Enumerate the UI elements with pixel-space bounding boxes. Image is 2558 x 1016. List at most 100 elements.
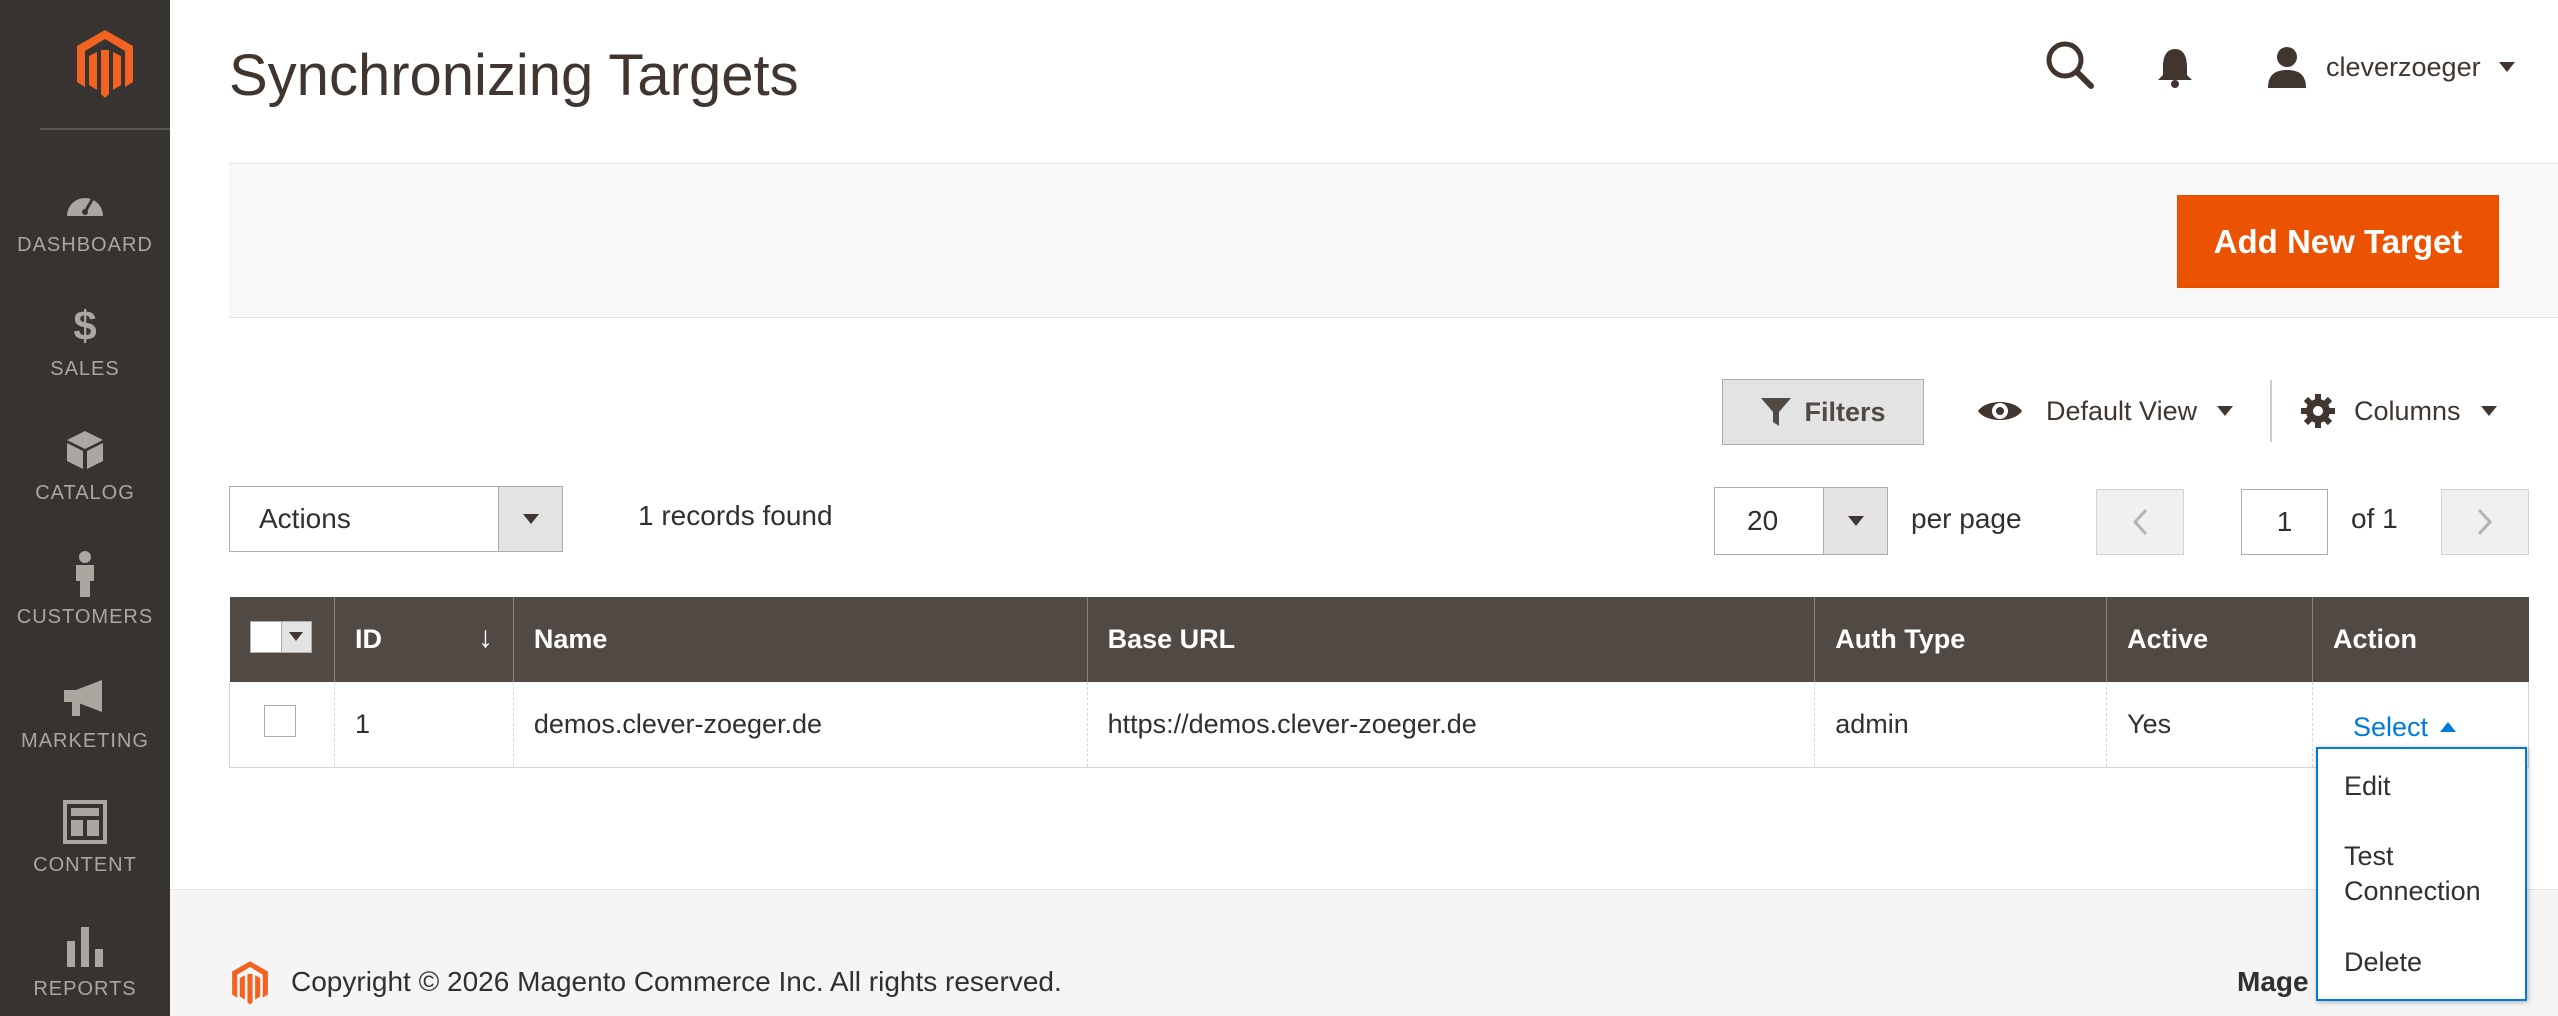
table-row[interactable]: 1 demos.clever-zoeger.de https://demos.c…	[229, 682, 2529, 768]
speedometer-icon	[61, 178, 109, 226]
column-label: Base URL	[1107, 624, 1236, 654]
person-icon	[61, 550, 109, 598]
per-page-toggle[interactable]	[1823, 488, 1887, 554]
columns-label: Columns	[2354, 395, 2461, 426]
sidebar: DASHBOARD $ SALES CATALOG CUSTOMERS MARK…	[0, 0, 170, 1016]
bell-icon	[2158, 49, 2192, 88]
checkbox[interactable]	[250, 621, 281, 652]
sidebar-item-customers[interactable]: CUSTOMERS	[0, 527, 170, 651]
eye-icon	[1978, 402, 2022, 420]
caret-down-icon	[522, 514, 539, 524]
column-header-auth-type[interactable]: Auth Type	[1814, 597, 2107, 682]
gear-icon	[2301, 394, 2335, 428]
column-label: ID	[354, 624, 382, 654]
sidebar-item-label: CATALOG	[35, 481, 135, 504]
username: cleverzoeger	[2326, 51, 2481, 82]
toolbar-divider	[2270, 380, 2272, 442]
footer-brand: Mage	[2237, 966, 2309, 997]
magento-logo-icon	[77, 30, 133, 98]
menu-item-edit[interactable]: Edit	[2344, 769, 2391, 804]
total-pages: of 1	[2351, 503, 2398, 534]
sidebar-item-marketing[interactable]: MARKETING	[0, 651, 170, 775]
per-page-select[interactable]: 20	[1714, 487, 1888, 555]
layout-icon	[61, 798, 109, 846]
caret-down-icon	[1847, 516, 1864, 526]
mass-select-toggle[interactable]	[280, 621, 311, 652]
view-label: Default View	[2046, 395, 2198, 426]
mass-select-checkbox[interactable]	[249, 620, 312, 653]
chevron-left-icon	[2132, 508, 2148, 536]
bar-chart-icon	[61, 922, 109, 970]
current-page-input[interactable]: 1	[2241, 489, 2328, 555]
column-label: Name	[533, 624, 608, 654]
sidebar-item-label: CONTENT	[33, 853, 137, 876]
per-page-value: 20	[1747, 505, 1779, 536]
sidebar-item-content[interactable]: CONTENT	[0, 775, 170, 899]
records-found: 1 records found	[638, 500, 833, 531]
sidebar-item-catalog[interactable]: CATALOG	[0, 403, 170, 527]
magento-logo[interactable]	[40, 0, 170, 130]
row-action-select[interactable]: Select	[2353, 711, 2457, 743]
data-grid: ID ↓ Name Base URL Auth Type Active Acti…	[229, 597, 2529, 768]
notifications-button[interactable]	[2155, 45, 2199, 89]
mass-actions-select[interactable]: Actions	[229, 486, 563, 552]
sidebar-item-reports[interactable]: REPORTS	[0, 899, 170, 1016]
column-header-id[interactable]: ID ↓	[333, 597, 514, 682]
magento-footer-logo-icon	[232, 961, 268, 1005]
mass-actions-label: Actions	[259, 503, 351, 534]
column-label: Auth Type	[1835, 624, 1966, 654]
grid-header-row: ID ↓ Name Base URL Auth Type Active Acti…	[229, 597, 2529, 682]
column-header-name[interactable]: Name	[512, 597, 1088, 682]
cell-base-url: https://demos.clever-zoeger.de	[1086, 682, 1815, 768]
sidebar-item-label: CUSTOMERS	[16, 605, 154, 628]
per-page-label: per page	[1911, 503, 2022, 534]
row-checkbox[interactable]	[264, 704, 296, 737]
cell-active: Yes	[2106, 682, 2313, 768]
chevron-down-icon	[2480, 406, 2497, 416]
user-account-menu[interactable]: cleverzoeger	[2266, 42, 2515, 92]
page-title: Synchronizing Targets	[229, 43, 799, 108]
add-new-target-button[interactable]: Add New Target	[2177, 195, 2499, 288]
filters-button[interactable]: Filters	[1722, 379, 1924, 445]
column-header-action: Action	[2312, 597, 2529, 682]
dollar-icon: $	[73, 301, 97, 349]
previous-page-button[interactable]	[2096, 489, 2184, 555]
filters-label: Filters	[1804, 396, 1886, 427]
menu-item-test-connection[interactable]: Test Connection	[2344, 839, 2514, 909]
sidebar-item-dashboard[interactable]: DASHBOARD	[0, 155, 170, 279]
cell-id: 1	[333, 682, 514, 768]
menu-item-delete[interactable]: Delete	[2344, 945, 2422, 980]
sort-descending-icon: ↓	[477, 621, 493, 654]
cell-name: demos.clever-zoeger.de	[512, 682, 1088, 768]
next-page-button[interactable]	[2441, 489, 2529, 555]
column-label: Action	[2333, 624, 2417, 654]
column-header-active[interactable]: Active	[2106, 597, 2313, 682]
mass-select-column	[229, 597, 335, 682]
columns-control[interactable]: Columns	[2300, 385, 2497, 437]
search-icon	[2046, 41, 2094, 89]
row-select-cell	[229, 682, 335, 768]
sidebar-item-label: REPORTS	[33, 977, 137, 1000]
row-action-label: Select	[2353, 711, 2429, 742]
caret-down-icon	[289, 632, 303, 641]
view-switcher[interactable]: Default View	[1976, 385, 2234, 437]
column-label: Active	[2127, 624, 2209, 654]
chevron-up-icon	[2440, 722, 2457, 733]
chevron-down-icon	[2217, 406, 2234, 416]
copyright-text: Copyright © 2026 Magento Commerce Inc. A…	[291, 966, 1062, 997]
chevron-down-icon	[2498, 62, 2515, 72]
cell-auth-type: admin	[1814, 682, 2107, 768]
box-icon	[61, 426, 109, 474]
search-button[interactable]	[2045, 40, 2097, 92]
row-action-menu: Edit Test Connection Delete	[2316, 747, 2527, 1001]
megaphone-icon	[61, 674, 109, 722]
chevron-right-icon	[2477, 508, 2493, 536]
sidebar-item-sales[interactable]: $ SALES	[0, 279, 170, 403]
sidebar-item-label: SALES	[50, 357, 120, 380]
funnel-icon	[1761, 398, 1792, 426]
column-header-base-url[interactable]: Base URL	[1086, 597, 1815, 682]
user-icon	[2268, 47, 2306, 88]
sidebar-item-label: MARKETING	[21, 729, 149, 752]
sidebar-item-label: DASHBOARD	[17, 233, 153, 256]
mass-actions-toggle[interactable]	[498, 487, 562, 551]
